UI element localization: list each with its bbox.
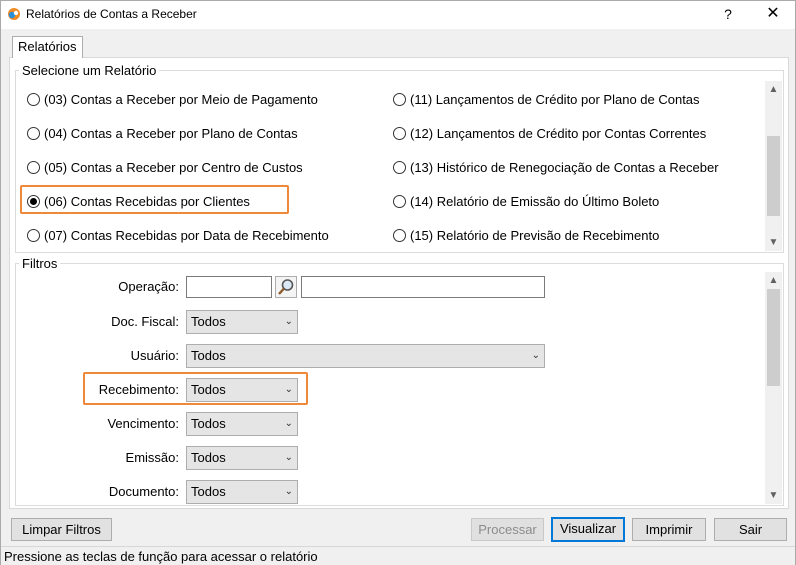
tab-relatorios[interactable]: Relatórios: [12, 36, 83, 58]
radio-label: (12) Lançamentos de Crédito por Contas C…: [410, 125, 707, 141]
close-button[interactable]: ✕: [753, 1, 793, 27]
chevron-down-icon: ⌄: [284, 452, 293, 463]
radio-button[interactable]: [27, 160, 40, 174]
operacao-description-input[interactable]: [301, 276, 545, 298]
scroll-down-icon[interactable]: ▼: [765, 487, 782, 504]
search-icon: [278, 279, 294, 295]
operacao-code-input[interactable]: [186, 276, 272, 298]
sair-button[interactable]: Sair: [714, 518, 787, 541]
radio-report-05[interactable]: (05) Contas a Receber por Centro de Cust…: [27, 157, 303, 177]
radio-label: (07) Contas Recebidas por Data de Recebi…: [44, 227, 329, 243]
scrollbar-thumb[interactable]: [767, 289, 780, 386]
radio-button[interactable]: [393, 160, 406, 174]
scroll-up-icon[interactable]: ▲: [765, 272, 782, 289]
radio-button[interactable]: [27, 92, 40, 106]
chevron-down-icon: ⌄: [531, 350, 540, 361]
highlight-box-report-06: [20, 185, 289, 214]
vencimento-value: Todos: [191, 416, 226, 431]
chevron-down-icon: ⌄: [284, 316, 293, 327]
chevron-down-icon: ⌄: [284, 418, 293, 429]
radio-label: (03) Contas a Receber por Meio de Pagame…: [44, 91, 318, 107]
report-dialog: Relatórios de Contas a Receber ? ✕ Relat…: [0, 0, 796, 565]
usuario-select[interactable]: Todos ⌄: [186, 344, 545, 368]
radio-button[interactable]: [393, 126, 406, 140]
scroll-down-icon[interactable]: ▼: [765, 234, 782, 251]
scroll-up-icon[interactable]: ▲: [765, 81, 782, 98]
radio-button[interactable]: [393, 194, 406, 208]
emissao-value: Todos: [191, 450, 226, 465]
radio-report-14[interactable]: (14) Relatório de Emissão do Último Bole…: [393, 191, 659, 211]
radio-label: (15) Relatório de Previsão de Recebiment…: [410, 227, 660, 243]
app-icon: [8, 8, 20, 20]
radio-report-13[interactable]: (13) Histórico de Renegociação de Contas…: [393, 157, 761, 177]
radio-report-03[interactable]: (03) Contas a Receber por Meio de Pagame…: [27, 89, 318, 109]
vencimento-label: Vencimento:: [107, 416, 179, 431]
radio-button[interactable]: [27, 228, 40, 242]
radio-label: (14) Relatório de Emissão do Último Bole…: [410, 193, 660, 209]
highlight-box-recebimento: [83, 372, 308, 405]
radio-button[interactable]: [27, 126, 40, 140]
documento-label: Documento:: [108, 484, 179, 499]
radio-report-15[interactable]: (15) Relatório de Previsão de Recebiment…: [393, 225, 659, 245]
doc-fiscal-label: Doc. Fiscal:: [111, 314, 179, 329]
documento-select[interactable]: Todos ⌄: [186, 480, 298, 504]
usuario-value: Todos: [191, 348, 226, 363]
radio-label: (05) Contas a Receber por Centro de Cust…: [44, 159, 303, 175]
help-button[interactable]: ?: [713, 1, 743, 27]
radio-button[interactable]: [393, 228, 406, 242]
radio-button[interactable]: [393, 92, 406, 106]
radio-report-07[interactable]: (07) Contas Recebidas por Data de Recebi…: [27, 225, 329, 245]
operacao-label: Operação:: [118, 279, 179, 294]
chevron-down-icon: ⌄: [284, 486, 293, 497]
scrollbar-thumb[interactable]: [767, 136, 780, 216]
vencimento-select[interactable]: Todos ⌄: [186, 412, 298, 436]
window-title: Relatórios de Contas a Receber: [26, 7, 197, 21]
report-list-scrollbar[interactable]: ▲ ▼: [765, 81, 782, 251]
status-bar: Pressione as teclas de função para acess…: [1, 546, 795, 565]
radio-report-12[interactable]: (12) Lançamentos de Crédito por Contas C…: [393, 123, 706, 143]
radio-label: (04) Contas a Receber por Plano de Conta…: [44, 125, 298, 141]
doc-fiscal-value: Todos: [191, 314, 226, 329]
emissao-select[interactable]: Todos ⌄: [186, 446, 298, 470]
processar-button[interactable]: Processar: [471, 518, 544, 541]
radio-label: (13) Histórico de Renegociação de Contas…: [410, 159, 719, 175]
imprimir-button[interactable]: Imprimir: [632, 518, 706, 541]
emissao-label: Emissão:: [125, 450, 179, 465]
title-bar: Relatórios de Contas a Receber ? ✕: [1, 1, 795, 29]
filters-scrollbar[interactable]: ▲ ▼: [765, 272, 782, 504]
filters-group-label: Filtros: [19, 256, 61, 271]
report-group-label: Selecione um Relatório: [19, 63, 160, 78]
operacao-search-button[interactable]: [275, 276, 297, 298]
radio-label: (11) Lançamentos de Crédito por Plano de…: [410, 91, 700, 107]
documento-value: Todos: [191, 484, 226, 499]
visualizar-button[interactable]: Visualizar: [551, 517, 625, 542]
radio-report-11[interactable]: (11) Lançamentos de Crédito por Plano de…: [393, 89, 700, 109]
usuario-label: Usuário:: [130, 348, 179, 363]
limpar-filtros-button[interactable]: Limpar Filtros: [11, 518, 112, 541]
doc-fiscal-select[interactable]: Todos ⌄: [186, 310, 298, 334]
radio-report-04[interactable]: (04) Contas a Receber por Plano de Conta…: [27, 123, 298, 143]
